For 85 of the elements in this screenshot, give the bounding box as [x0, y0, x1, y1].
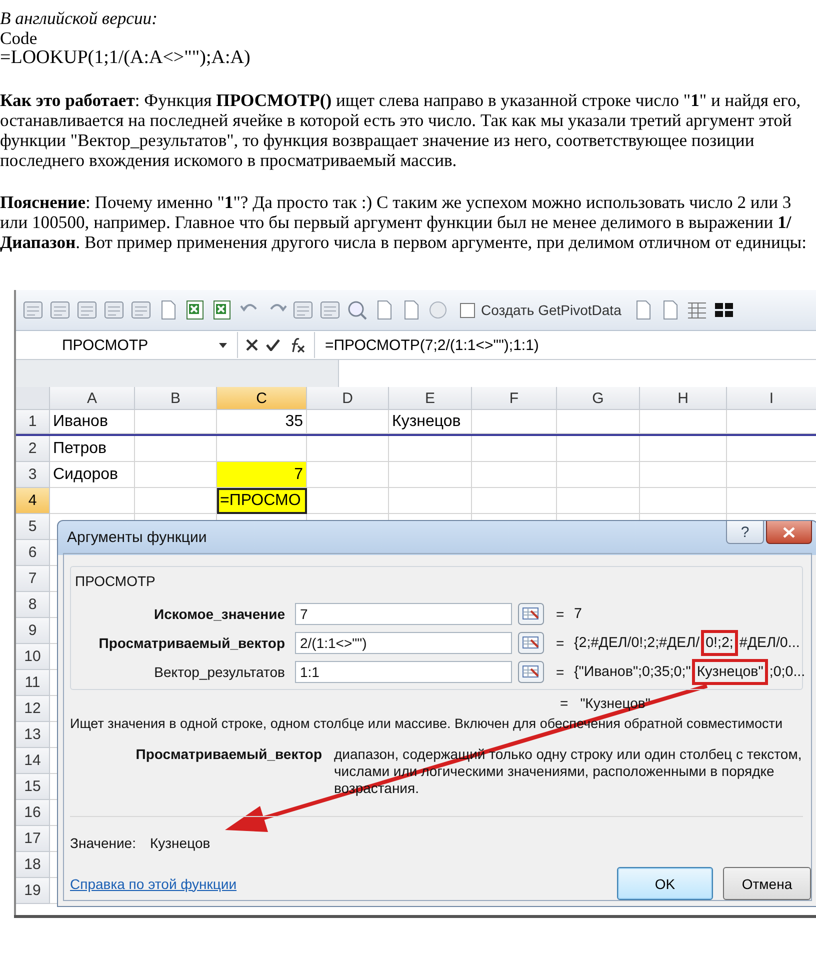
table-cell[interactable]: Сидоров	[50, 462, 135, 488]
argument-help-name: Просматриваемый_вектор	[134, 746, 323, 764]
row-header[interactable]: 5	[16, 514, 50, 540]
value-label: Значение:	[70, 835, 136, 853]
row-header[interactable]: 14	[16, 748, 50, 774]
argument-result: {"Иванов";0;35;0;"	[574, 664, 691, 680]
equals-sign: =	[560, 695, 568, 711]
column-header[interactable]: G	[557, 387, 640, 410]
name-box-value: ПРОСМОТР	[62, 336, 148, 354]
formula-result: "Кузнецов"	[579, 695, 650, 711]
argument-input[interactable]: 2/(1:1<>"")	[295, 632, 512, 654]
paragraph: Как это работает: Функция ПРОСМОТР() ищет слева направо в указанной строке число "1" и найдя его, останавливается на последней ячейке в которой есть это число. Так как мы указали третий аргумент этой функции "Вектор_результатов", то функция возвращает значение из него, соответствующее позиции последнего вхождения искомого в просматриваемый массив.	[0, 90, 802, 170]
argument-result: 7	[574, 606, 582, 622]
dialog-title: Аргументы функции	[67, 528, 207, 546]
column-header[interactable]: H	[640, 387, 727, 410]
column-header[interactable]: I	[727, 387, 816, 410]
row-header[interactable]: 18	[16, 852, 50, 878]
table-cell[interactable]: Иванов	[50, 410, 135, 434]
check-icon[interactable]	[266, 339, 280, 351]
document-heading: В английской версии:	[0, 8, 158, 28]
cancel-button[interactable]: Отмена	[723, 867, 811, 900]
row-header[interactable]: 10	[16, 644, 50, 670]
argument-input[interactable]: 7	[295, 602, 512, 624]
paragraph: Пояснение: Почему именно "1"? Да просто так :) С таким же успехом можно использовать число 2 или 3 или 100500, например. Главное что бы первый аргумент функции был не менее делимого в выражении 1/Диапазон. Вот пример применения другого числа в первом аргументе, при делимом отличном от единицы:	[0, 192, 808, 252]
row-header[interactable]: 4	[16, 488, 50, 514]
argument-label: Искомое_значение	[153, 606, 286, 622]
checkbox[interactable]	[460, 302, 475, 318]
checkbox-label: Создать GetPivotData	[481, 302, 622, 318]
dropdown-caret-icon[interactable]	[219, 342, 227, 348]
function-name: ПРОСМОТР	[74, 573, 156, 589]
close-icon	[783, 526, 795, 538]
table-cell[interactable]: Петров	[50, 436, 135, 462]
row-header[interactable]: 19	[16, 878, 50, 904]
equals-sign: =	[555, 664, 564, 680]
row-header[interactable]: 2	[16, 436, 50, 462]
code-label: Code	[0, 28, 38, 48]
list-icon[interactable]	[130, 299, 152, 321]
close-button[interactable]	[766, 521, 812, 544]
code-formula: =LOOKUP(1;1/(A:A<>"");A:A)	[0, 48, 252, 68]
column-header[interactable]: F	[472, 387, 557, 410]
row-header[interactable]: 6	[16, 540, 50, 566]
highlighted-result-text: Кузнецов"	[692, 658, 768, 684]
row-header[interactable]: 8	[16, 592, 50, 618]
cancel-icon[interactable]	[246, 339, 258, 351]
row-header[interactable]: 13	[16, 722, 50, 748]
row-header[interactable]: 3	[16, 462, 50, 488]
row-header[interactable]: 17	[16, 826, 50, 852]
column-header[interactable]: B	[135, 387, 217, 410]
argument-result: ;0;0...	[769, 664, 806, 680]
column-header[interactable]: A	[50, 387, 135, 410]
row-header[interactable]: 11	[16, 670, 50, 696]
row-header[interactable]: 9	[16, 618, 50, 644]
argument-label: Вектор_результатов	[153, 664, 286, 680]
range-picker-icon[interactable]	[518, 632, 544, 654]
formula-field[interactable]: =ПРОСМОТР(7;2/(1:1<>"");1:1)	[315, 336, 539, 354]
argument-result: {2;#ДЕЛ/0!;2;#ДЕЛ/	[574, 634, 700, 650]
table-cell[interactable]: Кузнецов	[389, 410, 472, 434]
column-header[interactable]: C	[217, 387, 307, 410]
highlighted-result-text: 0!;2;	[700, 630, 738, 656]
spreadsheet-icon[interactable]	[211, 299, 233, 321]
row-header[interactable]: 1	[16, 410, 50, 434]
help-link[interactable]: Справка по этой функции	[70, 876, 617, 892]
row-header[interactable]: 16	[16, 800, 50, 826]
column-header[interactable]: D	[307, 387, 389, 410]
column-header[interactable]: E	[389, 387, 472, 410]
spreadsheet-icon[interactable]	[184, 299, 206, 321]
range-picker-icon[interactable]	[518, 602, 544, 624]
argument-input[interactable]: 1:1	[295, 660, 512, 682]
table-cell[interactable]: =ПРОСМО	[217, 488, 307, 514]
circle-icon[interactable]	[427, 299, 449, 321]
range-picker-icon[interactable]	[518, 660, 544, 682]
help-button[interactable]: ?	[726, 521, 764, 544]
table-cell[interactable]: 7	[217, 462, 307, 488]
name-box[interactable]: ПРОСМОТР	[16, 332, 238, 358]
ok-button[interactable]: OK	[617, 867, 713, 900]
row-header[interactable]: 7	[16, 566, 50, 592]
value-text: Кузнецов	[150, 835, 210, 853]
equals-sign: =	[555, 634, 564, 650]
row-header[interactable]: 12	[16, 696, 50, 722]
argument-label: Просматриваемый_вектор	[98, 634, 286, 650]
argument-result: #ДЕЛ/0...	[739, 634, 800, 650]
table-cell[interactable]: 35	[217, 410, 307, 434]
magnifier-icon[interactable]	[346, 299, 368, 321]
row-header[interactable]: 15	[16, 774, 50, 800]
equals-sign: =	[555, 606, 564, 622]
